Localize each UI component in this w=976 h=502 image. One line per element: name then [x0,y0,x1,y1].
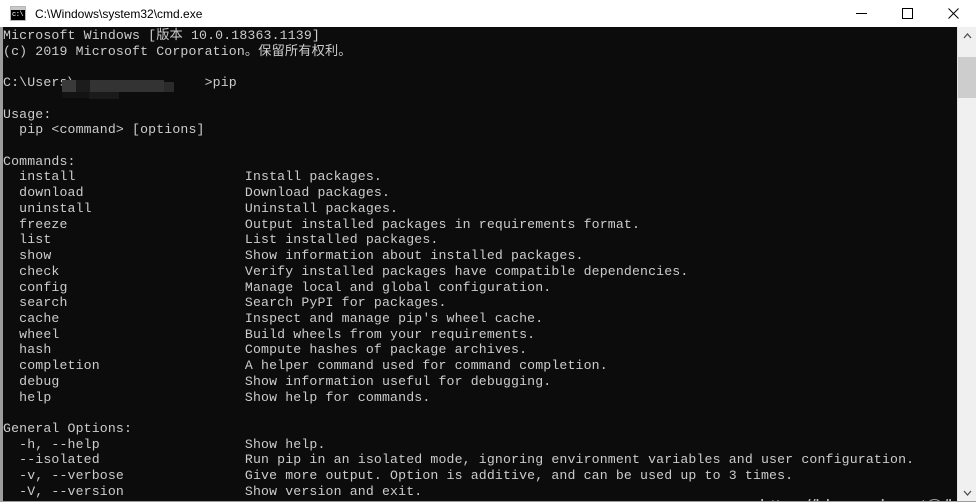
terminal-screen[interactable]: Microsoft Windows [版本 10.0.18363.1139] (… [3,27,957,501]
minimize-icon [855,13,867,14]
titlebar-left: c:\ C:\Windows\system32\cmd.exe [0,5,838,22]
close-button[interactable] [930,0,976,27]
watermark-url-suffix: /lc8023xc [943,497,957,501]
maximize-button[interactable] [884,0,930,27]
terminal-output: Microsoft Windows [版本 10.0.18363.1139] (… [3,28,915,499]
minimize-button[interactable] [838,0,884,27]
terminal-body: Microsoft Windows [版本 10.0.18363.1139] (… [0,27,976,502]
window-controls [838,0,976,27]
cmd-window: c:\ C:\Windows\system32\cmd.exe Microsof… [0,0,976,502]
chevron-down-icon [963,490,971,496]
scroll-up-button[interactable] [958,27,976,45]
csdn-logo-icon: C [925,499,943,501]
chevron-up-icon [963,33,971,39]
titlebar[interactable]: c:\ C:\Windows\system32\cmd.exe [0,0,976,27]
vertical-scrollbar[interactable] [957,27,976,501]
scrollbar-thumb[interactable] [958,57,976,98]
maximize-icon [901,8,913,19]
close-icon [947,8,959,19]
scroll-down-button[interactable] [958,484,976,501]
window-title: C:\Windows\system32\cmd.exe [35,6,203,21]
cmd-console-icon: c:\ [9,5,27,22]
cmd-icon-label: c:\ [12,10,24,19]
scrollbar-track[interactable] [958,45,976,484]
